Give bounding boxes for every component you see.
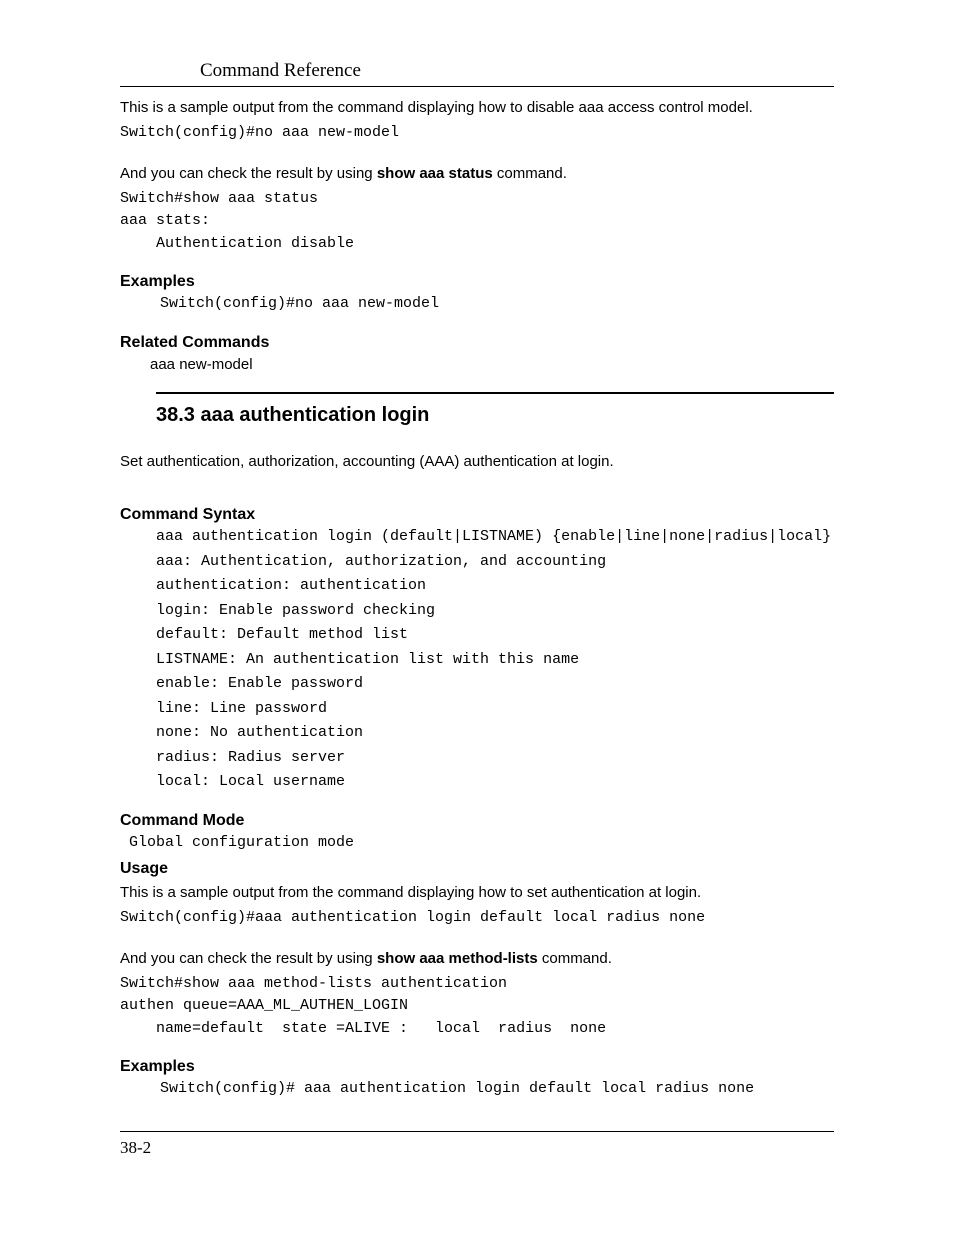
examples2-code: Switch(config)# aaa authentication login… [120,1078,834,1101]
section-rule [156,392,834,394]
usage-text-2: And you can check the result by using sh… [120,948,834,969]
syntax-def: enable: Enable password [156,673,834,696]
syntax-def: aaa: Authentication, authorization, and … [156,551,834,574]
usage-code-block: Switch#show aaa method-lists authenticat… [120,973,834,1041]
usage-text-2b: command. [538,950,612,967]
syntax-def: local: Local username [156,771,834,794]
section-title: 38.3 aaa authentication login [156,404,834,427]
usage-title: Usage [120,860,834,878]
syntax-def: none: No authentication [156,722,834,745]
intro-text-2-bold: show aaa status [377,165,493,182]
intro-code-block: Switch#show aaa status aaa stats: Authen… [120,188,834,256]
examples2-title: Examples [120,1058,834,1076]
command-mode-title: Command Mode [120,812,834,830]
command-mode-text: Global configuration mode [120,832,834,855]
usage-text-2-bold: show aaa method-lists [377,950,538,967]
intro-text-2: And you can check the result by using sh… [120,163,834,184]
examples1-title: Examples [120,273,834,291]
section-desc: Set authentication, authorization, accou… [120,451,834,472]
intro-code-1: Switch(config)#no aaa new-model [120,122,834,145]
footer-rule [120,1131,834,1132]
syntax-def: radius: Radius server [156,747,834,770]
running-header: Command Reference [120,60,834,82]
syntax-def: default: Default method list [156,624,834,647]
page-container: Command Reference This is a sample outpu… [0,0,954,1198]
page-number: 38-2 [120,1138,834,1158]
examples1-code: Switch(config)#no aaa new-model [120,293,834,316]
intro-text-1: This is a sample output from the command… [120,97,834,118]
command-syntax-title: Command Syntax [120,506,834,524]
header-rule [120,86,834,87]
syntax-def: login: Enable password checking [156,600,834,623]
usage-code-1: Switch(config)#aaa authentication login … [120,907,834,930]
syntax-def: line: Line password [156,698,834,721]
usage-text-2a: And you can check the result by using [120,950,377,967]
syntax-defs: aaa: Authentication, authorization, and … [120,551,834,794]
syntax-def: authentication: authentication [156,575,834,598]
related-commands-title: Related Commands [120,334,834,352]
related-item: aaa new-model [120,354,834,377]
intro-text-2a: And you can check the result by using [120,165,377,182]
syntax-line: aaa authentication login (default|LISTNA… [120,526,834,549]
usage-text-1: This is a sample output from the command… [120,882,834,903]
intro-text-2b: command. [493,165,567,182]
syntax-def: LISTNAME: An authentication list with th… [156,649,834,672]
